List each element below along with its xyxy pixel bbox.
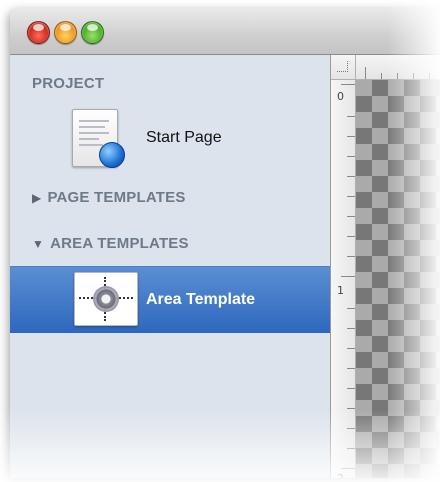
sidebar-item-area-template[interactable]: Area Template <box>10 266 330 333</box>
area-template-label: Area Template <box>146 291 256 308</box>
page-templates-label: PAGE TEMPLATES <box>47 189 186 206</box>
app-window: PROJECT Start Page ▶ PAGE TEMPLATES ▼ AREA… <box>10 8 440 478</box>
transparent-canvas[interactable] <box>356 80 440 478</box>
vertical-ruler: 0 1 2 <box>331 80 356 478</box>
gear-icon <box>95 288 117 310</box>
globe-icon <box>99 142 125 168</box>
sidebar-item-start-page[interactable]: Start Page <box>10 105 330 168</box>
horizontal-ruler <box>331 55 440 80</box>
ruler-label-0: 0 <box>337 90 344 103</box>
area-templates-label: AREA TEMPLATES <box>50 235 189 252</box>
ruler-corner <box>331 55 356 79</box>
disclosure-collapsed-icon[interactable]: ▶ <box>32 191 41 205</box>
page-templates-header[interactable]: ▶ PAGE TEMPLATES <box>32 189 186 206</box>
page-document-icon <box>72 109 125 168</box>
minimize-icon[interactable] <box>54 21 77 44</box>
area-template-icon <box>74 272 138 326</box>
zoom-icon[interactable] <box>81 21 104 44</box>
area-templates-header[interactable]: ▼ AREA TEMPLATES <box>32 235 189 252</box>
title-bar[interactable] <box>10 8 440 55</box>
ruler-label-2: 2 <box>337 472 344 478</box>
sidebar: PROJECT Start Page ▶ PAGE TEMPLATES ▼ AREA… <box>10 55 331 478</box>
project-header: PROJECT <box>32 75 105 92</box>
close-icon[interactable] <box>27 21 50 44</box>
ruler-label-1: 1 <box>337 284 344 297</box>
disclosure-expanded-icon[interactable]: ▼ <box>32 237 44 251</box>
canvas-area[interactable]: 0 1 2 <box>331 55 440 478</box>
start-page-label: Start Page <box>146 129 222 146</box>
